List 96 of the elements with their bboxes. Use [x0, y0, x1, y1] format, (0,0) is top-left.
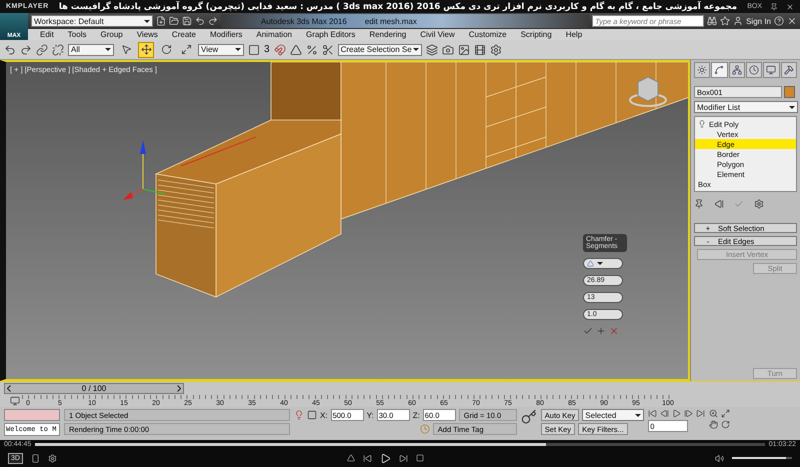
file-name: edit mesh.max	[364, 16, 417, 26]
phone-icon[interactable]	[30, 454, 40, 462]
unlink-icon[interactable]	[52, 44, 64, 56]
volume-icon[interactable]	[715, 454, 724, 462]
menu-item[interactable]: Modifiers	[210, 30, 242, 39]
selection-set-dropdown[interactable]: Create Selection Se	[338, 44, 422, 56]
close-icon[interactable]	[787, 16, 797, 26]
lightbulb-icon[interactable]	[698, 120, 706, 128]
panel-tab[interactable]	[763, 62, 780, 78]
pan-hand-icon[interactable]	[709, 420, 718, 429]
panel-tab[interactable]	[780, 62, 797, 78]
axis-label: Z:	[412, 410, 420, 420]
hammer-icon[interactable]	[784, 65, 794, 75]
percent-icon[interactable]	[306, 44, 318, 56]
play-icon[interactable]	[672, 409, 682, 418]
menu-item[interactable]: Animation	[256, 30, 292, 39]
help-icon[interactable]	[774, 16, 784, 26]
image-icon[interactable]	[458, 44, 470, 56]
skip-back-icon[interactable]	[648, 409, 658, 418]
pin-icon[interactable]	[770, 2, 778, 10]
key-mode-dropdown[interactable]: Selected	[582, 409, 644, 421]
menu-item[interactable]: Civil View	[420, 30, 455, 39]
coordinate-dropdown[interactable]: View	[198, 44, 244, 56]
panel-tab[interactable]	[728, 62, 745, 78]
triangle-icon[interactable]	[290, 44, 302, 56]
selection-filter-dropdown[interactable]: All	[68, 44, 114, 56]
play-icon[interactable]	[380, 452, 392, 464]
folder-icon[interactable]	[169, 16, 179, 26]
maxscript-listener-field[interactable]	[4, 409, 60, 421]
star-icon[interactable]	[720, 16, 730, 26]
previous-icon[interactable]	[363, 454, 372, 462]
step-forward-icon[interactable]	[684, 409, 694, 418]
curve-icon[interactable]	[714, 65, 724, 75]
pin-icon[interactable]	[694, 199, 704, 209]
scissors-icon[interactable]	[322, 44, 334, 56]
close-icon[interactable]	[786, 2, 794, 10]
panel-tab[interactable]	[694, 62, 710, 78]
sign-in-link[interactable]: Sign In	[746, 16, 771, 26]
undo-icon[interactable]	[4, 44, 16, 56]
menu-item[interactable]: Rendering	[369, 30, 406, 39]
binoculars-icon[interactable]	[707, 16, 718, 26]
magnet-icon[interactable]	[274, 44, 286, 56]
clock-icon[interactable]	[749, 65, 760, 75]
hierarchy-icon[interactable]	[732, 65, 742, 75]
seek-bar[interactable]	[35, 443, 765, 446]
menu-item[interactable]: Help	[566, 30, 582, 39]
chevron-right-icon[interactable]	[177, 385, 181, 392]
axis-label: Y:	[366, 410, 374, 420]
user-icon[interactable]	[733, 16, 744, 26]
settings-icon[interactable]	[754, 199, 764, 209]
film-icon[interactable]	[474, 44, 486, 56]
menu-item[interactable]: Customize	[468, 30, 507, 39]
check-icon[interactable]	[583, 326, 593, 336]
zoom-icon[interactable]	[709, 409, 718, 418]
check-icon[interactable]	[734, 199, 744, 209]
window-title: Autodesk 3ds Max 2016	[261, 16, 347, 26]
maximize-icon[interactable]	[721, 409, 730, 418]
menu-item[interactable]: Views	[136, 30, 158, 39]
menu-item[interactable]: Create	[172, 30, 196, 39]
layers-icon[interactable]	[426, 44, 438, 56]
time-slider-track[interactable]: 0 / 100	[4, 382, 796, 394]
menu-item[interactable]: Scripting	[520, 30, 552, 39]
rotate-icon[interactable]	[721, 420, 730, 429]
axis-label: X:	[320, 410, 328, 420]
triangle-icon[interactable]	[587, 260, 594, 267]
new-file-icon[interactable]	[156, 16, 166, 26]
settings-icon[interactable]	[490, 44, 502, 56]
skip-forward-icon[interactable]	[696, 409, 706, 418]
square-icon[interactable]	[248, 44, 260, 56]
lightbulb-icon[interactable]	[294, 410, 304, 420]
caddy-toggle[interactable]	[583, 258, 623, 269]
monitor-icon[interactable]	[766, 65, 776, 75]
plus-icon[interactable]	[596, 326, 606, 336]
undo-icon[interactable]	[195, 16, 205, 26]
video-title: مجموعه آموزشی جامع ، گام به گام و کاربردی نرم افزار تری دی مکس 2016 (3ds max 2016 ) مدرس : سعید فدایی (تیچرمن) گروه آموزشی پادشاه گرافیست ها	[58, 2, 738, 12]
chevron-left-icon[interactable]	[7, 385, 11, 392]
save-icon[interactable]	[182, 16, 192, 26]
stop-icon[interactable]	[416, 454, 424, 462]
menu-item[interactable]: Group	[100, 30, 123, 39]
panel-tab[interactable]	[746, 62, 762, 78]
panel-tab[interactable]	[711, 62, 728, 78]
modifier-list-dropdown[interactable]: Modifier List	[694, 101, 798, 113]
link-icon[interactable]	[36, 44, 48, 56]
next-icon[interactable]	[399, 454, 408, 462]
menu-item[interactable]: Tools	[68, 30, 86, 39]
time-slider-thumb[interactable]: 0 / 100	[4, 383, 184, 394]
key-icon[interactable]	[520, 409, 537, 425]
menu-item[interactable]: Graph Editors	[306, 30, 356, 39]
object-color-swatch[interactable]	[784, 86, 795, 98]
camera-icon[interactable]	[442, 44, 454, 56]
redo-icon[interactable]	[208, 16, 218, 26]
step-back-icon[interactable]	[660, 409, 670, 418]
snap-toggle[interactable]: 3	[264, 44, 270, 55]
menu-item[interactable]: Edit	[40, 30, 54, 39]
workspace-dropdown[interactable]: Workspace: Default	[31, 15, 153, 27]
redo-icon[interactable]	[20, 44, 32, 56]
